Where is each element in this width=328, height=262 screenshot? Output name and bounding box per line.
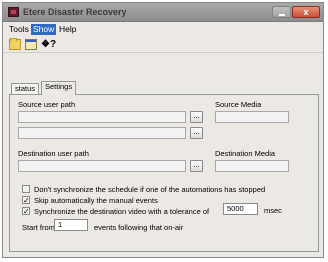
option-skip-manual-checkbox[interactable]: ✓ bbox=[22, 196, 30, 205]
source-user-path-input-1[interactable] bbox=[18, 111, 186, 123]
destination-user-path-browse-button[interactable]: ... bbox=[190, 160, 203, 172]
minimize-button[interactable] bbox=[272, 6, 291, 18]
destination-media-input[interactable] bbox=[215, 160, 289, 172]
destination-media-label: Destination Media bbox=[215, 149, 276, 158]
title-bar[interactable]: Etere Disaster Recovery x bbox=[3, 3, 323, 22]
source-user-path-browse-button-2[interactable]: ... bbox=[190, 127, 203, 139]
start-from-input[interactable]: 1 bbox=[54, 219, 88, 231]
option-dont-synchronize-label: Don't synchronize the schedule if one of… bbox=[34, 185, 266, 194]
menu-tools[interactable]: Tools bbox=[7, 24, 31, 35]
tab-status[interactable]: status bbox=[11, 83, 40, 94]
tolerance-input[interactable]: 5000 bbox=[223, 203, 258, 215]
show-window-icon[interactable] bbox=[25, 39, 37, 50]
tab-settings[interactable]: Settings bbox=[41, 81, 77, 95]
toolbar: ❖? bbox=[3, 37, 323, 53]
destination-user-path-input[interactable] bbox=[18, 160, 186, 172]
settings-panel: Source user path Source Media ... ... De… bbox=[9, 94, 319, 252]
option-skip-manual-label: Skip automatically the manual events bbox=[34, 196, 158, 205]
tolerance-unit-label: msec bbox=[264, 206, 282, 215]
menu-bar: Tools Show Help bbox=[3, 23, 323, 36]
source-media-label: Source Media bbox=[215, 100, 262, 109]
app-window: Etere Disaster Recovery x Tools Show Hel… bbox=[2, 2, 324, 258]
menu-show[interactable]: Show bbox=[31, 24, 57, 35]
option-synchronize-tolerance-label: Synchronize the destination video with a… bbox=[34, 207, 210, 216]
close-button[interactable]: x bbox=[292, 6, 320, 18]
option-synchronize-tolerance-checkbox[interactable]: ✓ bbox=[22, 207, 30, 216]
events-following-label: events following that on-air bbox=[94, 223, 184, 232]
source-user-path-label: Source user path bbox=[18, 100, 76, 109]
source-user-path-input-2[interactable] bbox=[18, 127, 186, 139]
menu-help[interactable]: Help bbox=[57, 24, 78, 35]
open-folder-icon[interactable] bbox=[9, 38, 21, 50]
destination-user-path-label: Destination user path bbox=[18, 149, 89, 158]
source-media-input[interactable] bbox=[215, 111, 289, 123]
window-title: Etere Disaster Recovery bbox=[23, 7, 127, 17]
option-dont-synchronize-checkbox[interactable] bbox=[22, 185, 30, 193]
context-help-icon[interactable]: ❖? bbox=[41, 39, 56, 50]
source-user-path-browse-button-1[interactable]: ... bbox=[190, 111, 203, 123]
app-logo-icon bbox=[8, 7, 19, 17]
start-from-label: Start from bbox=[22, 223, 55, 232]
